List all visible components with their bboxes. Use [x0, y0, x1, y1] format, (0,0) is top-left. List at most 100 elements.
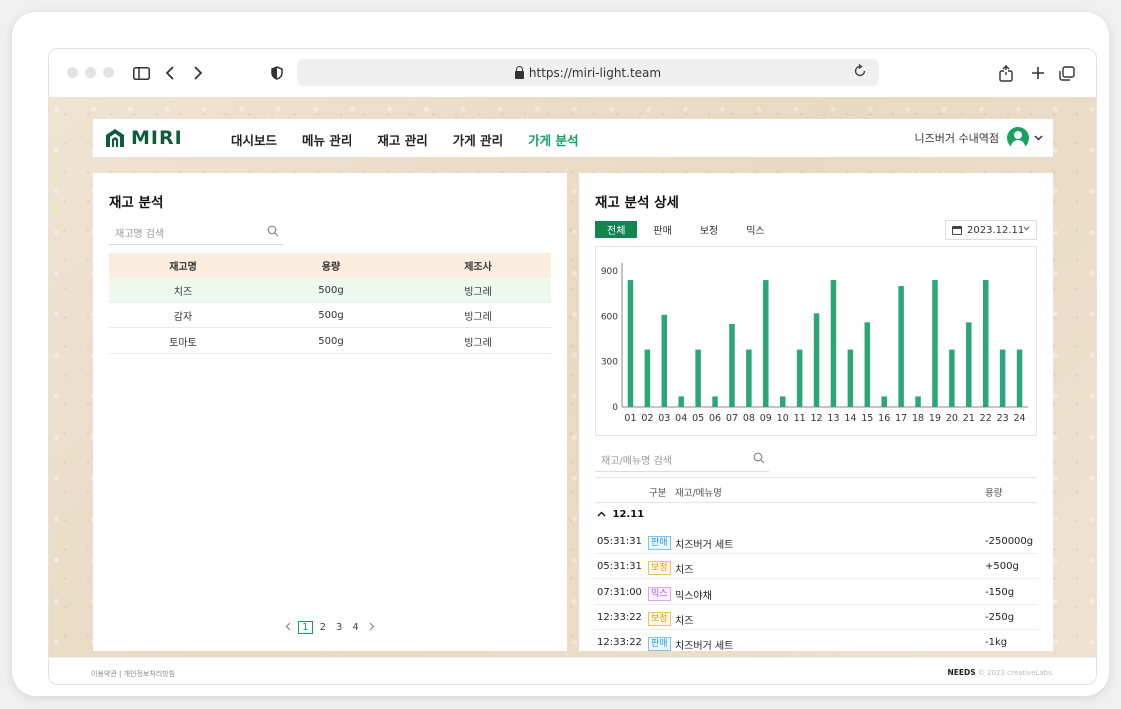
bar-23[interactable]: [999, 349, 1006, 407]
bar-12[interactable]: [813, 313, 820, 407]
x-tick-label: 03: [658, 413, 670, 424]
date-picker[interactable]: 2023.12.11: [945, 220, 1037, 240]
bar-09[interactable]: [763, 280, 769, 407]
log-amount: +500g: [985, 561, 1019, 572]
table-row[interactable]: 치즈 500g 빙그레: [109, 278, 551, 303]
menu-item-menu-management[interactable]: 메뉴 관리: [302, 130, 352, 149]
bar-18[interactable]: [915, 396, 921, 407]
window-zoom-dot[interactable]: [103, 67, 114, 78]
bar-03[interactable]: [661, 314, 668, 407]
forward-icon[interactable]: [193, 63, 203, 83]
calendar-icon: [952, 225, 962, 235]
bar-24[interactable]: [1016, 349, 1023, 407]
x-tick-label: 14: [844, 413, 856, 424]
next-page-icon[interactable]: [369, 622, 375, 634]
footer-links[interactable]: 이용약관 | 개인정보처리방침: [91, 669, 175, 679]
privacy-shield-icon[interactable]: [271, 63, 283, 83]
logo[interactable]: MIRI: [105, 127, 183, 149]
back-icon[interactable]: [165, 63, 175, 83]
tab-adjust[interactable]: 보정: [688, 221, 730, 238]
prev-page-icon[interactable]: [285, 622, 291, 634]
bar-01[interactable]: [627, 280, 634, 407]
share-icon[interactable]: [999, 63, 1013, 83]
tab-overview-icon[interactable]: [1059, 63, 1075, 83]
address-bar[interactable]: https://miri-light.team: [297, 59, 879, 86]
menu-item-store-management[interactable]: 가게 관리: [453, 130, 503, 149]
x-tick-label: 04: [675, 413, 687, 424]
bar-13[interactable]: [830, 280, 837, 407]
page-3[interactable]: 3: [336, 622, 342, 633]
log-row[interactable]: 12:33:22 보정 치즈 -250g: [595, 605, 1037, 630]
reload-icon[interactable]: [853, 63, 867, 82]
x-tick-label: 05: [692, 413, 704, 424]
bar-05[interactable]: [695, 349, 701, 407]
log-column-amount: 용량: [985, 488, 1003, 499]
table-row[interactable]: 토마토 500g 빙그레: [109, 329, 551, 354]
log-row[interactable]: 07:31:00 믹스 믹스야채 -150g: [595, 580, 1037, 605]
bar-08[interactable]: [746, 349, 752, 407]
user-menu[interactable]: 니즈버거 수내역점: [915, 127, 1043, 149]
column-header-maker[interactable]: 제조사: [405, 258, 551, 273]
bar-16[interactable]: [881, 396, 887, 407]
x-tick-label: 15: [861, 413, 873, 424]
column-header-size[interactable]: 용량: [257, 258, 405, 273]
log-time: 05:31:31: [597, 536, 642, 547]
search-icon[interactable]: [753, 452, 765, 467]
sidebar-toggle-icon[interactable]: [133, 63, 150, 83]
page-2[interactable]: 2: [320, 622, 326, 633]
log-search-input[interactable]: 재고/메뉴명 검색: [595, 448, 769, 472]
menu-item-dashboard[interactable]: 대시보드: [231, 130, 277, 149]
bar-14[interactable]: [847, 349, 854, 407]
inventory-search-input[interactable]: 재고명 검색: [109, 221, 283, 245]
cell-size: 500g: [318, 284, 344, 296]
panel-title: 재고 분석: [109, 195, 164, 211]
chevron-down-icon[interactable]: [1034, 133, 1043, 144]
tab-all[interactable]: 전체: [595, 221, 638, 238]
page-1[interactable]: 1: [298, 621, 313, 634]
log-group-header[interactable]: 12.11: [597, 509, 644, 520]
bar-19[interactable]: [932, 280, 938, 407]
column-header-name[interactable]: 재고명: [109, 258, 257, 273]
menu-item-store-analysis[interactable]: 가게 분석: [528, 130, 578, 149]
search-icon[interactable]: [267, 225, 279, 240]
menu-item-inventory-management[interactable]: 재고 관리: [377, 130, 427, 149]
bar-15[interactable]: [864, 322, 871, 407]
x-tick-label: 20: [946, 413, 958, 424]
logo-text: MIRI: [131, 127, 183, 149]
chevron-up-icon[interactable]: [597, 511, 606, 517]
bar-21[interactable]: [966, 322, 972, 407]
table-row[interactable]: 감자 500g 빙그레: [109, 303, 551, 328]
cell-size: 500g: [318, 309, 344, 321]
log-row[interactable]: 12:33:22 판매 치즈버거 세트 -1kg: [595, 630, 1037, 651]
tab-mix[interactable]: 믹스: [734, 221, 776, 238]
bar-17[interactable]: [898, 286, 904, 407]
bar-02[interactable]: [644, 349, 651, 407]
window-close-dot[interactable]: [67, 67, 78, 78]
cell-maker: 빙그레: [464, 286, 492, 298]
x-tick-label: 18: [912, 413, 924, 424]
bar-22[interactable]: [982, 280, 989, 407]
bar-06[interactable]: [712, 396, 718, 407]
bar-04[interactable]: [678, 396, 684, 407]
x-tick-label: 02: [641, 413, 653, 424]
x-tick-label: 09: [760, 413, 772, 424]
bar-11[interactable]: [796, 349, 803, 407]
bar-10[interactable]: [779, 396, 786, 407]
log-row[interactable]: 05:31:31 보정 치즈 +500g: [595, 554, 1037, 579]
log-amount: -1kg: [985, 637, 1008, 648]
y-tick-label: 300: [601, 358, 618, 368]
log-row[interactable]: 05:31:31 판매 치즈버거 세트 -250000g: [595, 529, 1037, 554]
tab-sale[interactable]: 판매: [641, 221, 683, 238]
avatar-icon[interactable]: [1007, 127, 1029, 149]
log-column-name: 재고/메뉴명: [675, 488, 722, 499]
window-minimize-dot[interactable]: [85, 67, 96, 78]
cell-maker: 빙그레: [464, 337, 492, 349]
cell-name: 감자: [173, 311, 193, 323]
bar-07[interactable]: [729, 323, 735, 407]
bar-20[interactable]: [949, 349, 955, 407]
inventory-list-panel: 재고 분석 재고명 검색 재고명 용량 제조사 치즈 500g 빙그레 감자 5…: [93, 173, 567, 651]
x-tick-label: 24: [1013, 413, 1025, 424]
new-tab-icon[interactable]: [1031, 63, 1045, 83]
y-tick-label: 900: [601, 267, 618, 277]
page-4[interactable]: 4: [352, 622, 358, 633]
